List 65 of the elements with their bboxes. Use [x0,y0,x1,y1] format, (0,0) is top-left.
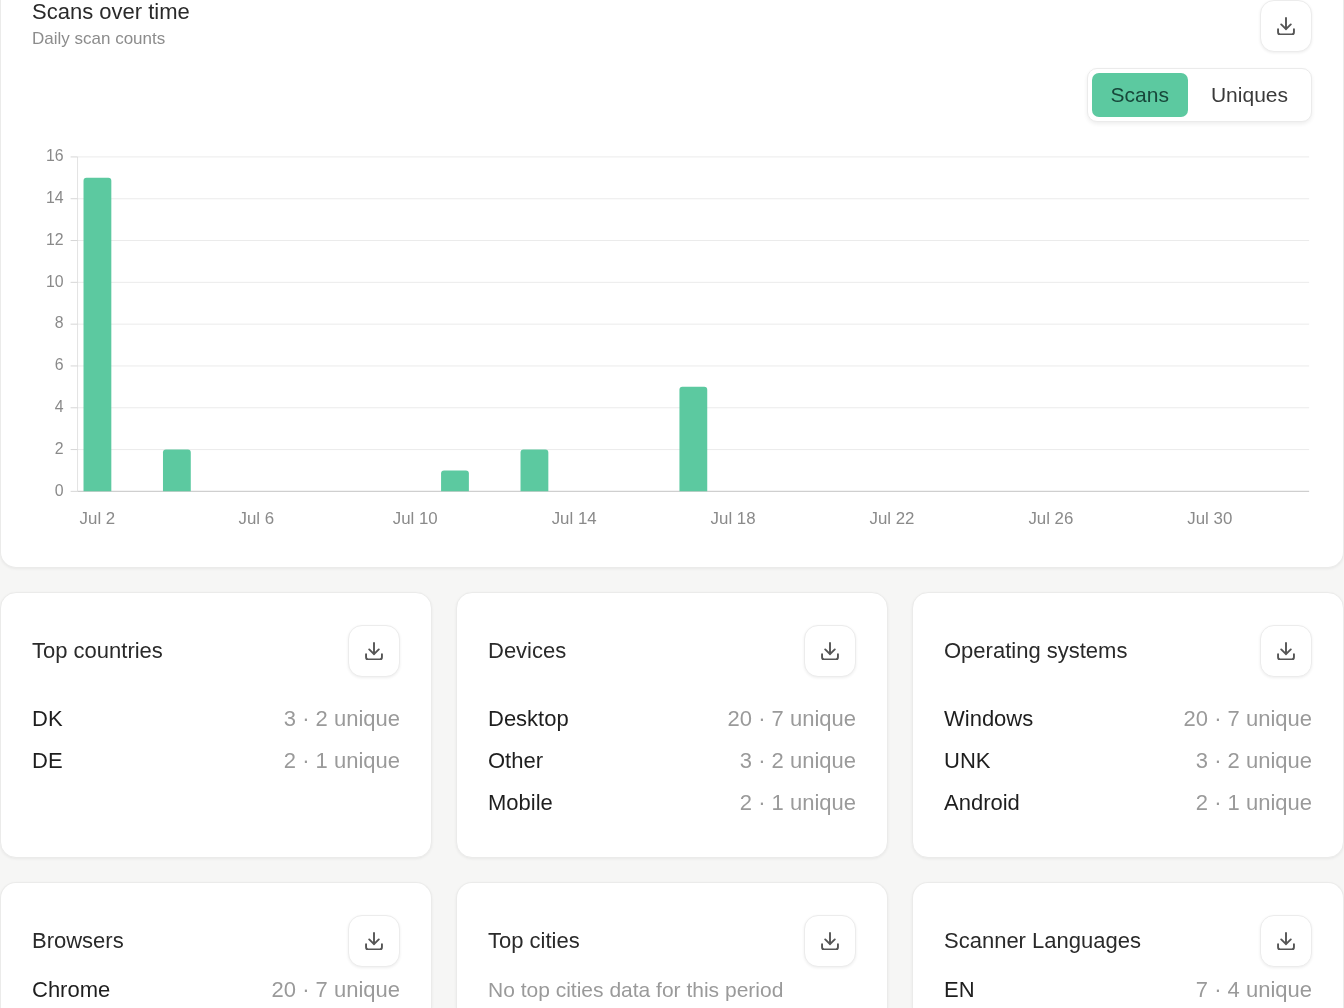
axis-label: 6 [54,356,64,374]
chart-bar [162,449,191,492]
download-icon [821,932,839,950]
axis-label: 4 [54,397,64,415]
download-icon [1277,932,1295,950]
download-button[interactable] [1260,915,1312,967]
row-label: Windows [944,706,1034,732]
download-icon [821,642,839,660]
row-count: 2 · 1 unique [283,748,400,774]
row-label: Desktop [488,706,569,732]
axis-label: 16 [46,147,64,165]
row-label: Other [488,748,544,774]
axis-label: Jul 10 [392,508,438,528]
card-subtitle: Daily scan counts [32,28,167,50]
axis-label: Jul 14 [551,508,597,528]
download-icon [1277,642,1295,660]
row-count: 3 · 2 unique [1195,748,1312,774]
download-icon [365,642,383,660]
axis-label: Jul 18 [710,508,756,528]
chart-bar [520,449,549,492]
card-title: Top cities [488,928,580,954]
row-label: DE [32,748,63,774]
download-button[interactable] [1260,0,1312,52]
axis-label: Jul 6 [238,508,275,528]
card-title: Top countries [32,638,163,664]
row-label: UNK [944,748,991,774]
download-button[interactable] [804,915,856,967]
row-count: 20 · 7 unique [271,977,400,1003]
row-label: Chrome [32,977,111,1003]
row-count: 3 · 2 unique [739,748,856,774]
axis-label: 8 [54,314,64,332]
empty-message: No top cities data for this period [488,977,785,1003]
download-button[interactable] [348,625,400,677]
row-count: 3 · 2 unique [283,706,400,732]
card-title: Operating systems [944,638,1128,664]
row-label: EN [944,977,975,1003]
row-label: DK [32,706,63,732]
toggle-option[interactable]: Scans [1091,73,1188,117]
card-title: Devices [488,638,567,664]
axis-label: 14 [46,188,64,206]
axis-label: Jul 2 [79,508,116,528]
download-icon [365,932,383,950]
download-button[interactable] [804,625,856,677]
axis-label: 10 [46,272,64,290]
row-label: Android [944,790,1020,816]
axis-label: 0 [54,481,64,499]
row-count: 2 · 1 unique [1195,790,1312,816]
download-icon [1277,17,1295,35]
chart-bar [441,470,469,492]
row-count: 7 · 4 unique [1195,977,1312,1003]
card-title: Browsers [32,928,124,954]
toggle-option[interactable]: Uniques [1191,73,1307,117]
axis-label: Jul 26 [1028,508,1074,528]
card-title: Scans over time [32,0,190,24]
row-count: 2 · 1 unique [739,790,856,816]
axis-label: Jul 22 [869,508,915,528]
download-button[interactable] [1260,625,1312,677]
row-count: 20 · 7 unique [1183,706,1312,732]
download-button[interactable] [348,915,400,967]
axis-label: 2 [54,439,64,457]
row-count: 20 · 7 unique [727,706,856,732]
row-label: Mobile [488,790,553,816]
axis-label: 12 [46,230,64,248]
axis-label: Jul 30 [1187,508,1233,528]
card-title: Scanner Languages [944,928,1141,954]
